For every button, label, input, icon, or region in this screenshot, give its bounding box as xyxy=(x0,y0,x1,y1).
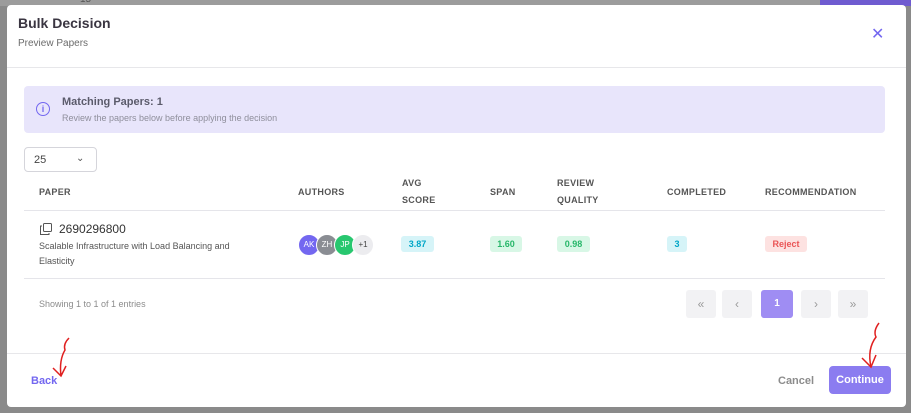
column-header-review-quality: REVIEW QUALITY xyxy=(557,175,599,209)
pagination-prev[interactable]: ‹ xyxy=(722,290,752,318)
modal-subtitle: Preview Papers xyxy=(18,38,89,49)
column-header-review-quality-line2: QUALITY xyxy=(557,195,599,205)
column-header-avg-score: AVG SCORE xyxy=(402,175,436,209)
chevron-down-icon: ⌄ xyxy=(76,153,85,164)
column-header-review-quality-line1: REVIEW xyxy=(557,178,595,188)
table-header-divider xyxy=(24,210,885,211)
close-icon[interactable]: ✕ xyxy=(871,27,884,43)
modal-header: Bulk Decision Preview Papers ✕ xyxy=(7,5,906,68)
page-size-value: 25 xyxy=(34,154,47,166)
info-icon: i xyxy=(36,102,50,116)
pagination-page-1[interactable]: 1 xyxy=(761,290,793,318)
avg-score-badge: 3.87 xyxy=(401,236,434,252)
cancel-button[interactable]: Cancel xyxy=(778,375,814,387)
column-header-authors: AUTHORS xyxy=(298,187,345,197)
pagination-first[interactable]: « xyxy=(686,290,716,318)
modal-title: Bulk Decision xyxy=(18,15,111,31)
matching-papers-alert: i Matching Papers: 1 Review the papers b… xyxy=(24,86,885,133)
alert-title: Matching Papers: 1 xyxy=(62,96,163,108)
page-size-select[interactable]: 25 ⌄ xyxy=(24,147,97,172)
table-row-divider xyxy=(24,278,885,279)
column-header-completed: COMPLETED xyxy=(667,187,727,197)
span-badge: 1.60 xyxy=(490,236,522,252)
column-header-paper: PAPER xyxy=(39,187,71,197)
column-header-recommendation: RECOMMENDATION xyxy=(765,187,857,197)
entries-info: Showing 1 to 1 of 1 entries xyxy=(39,299,146,309)
column-header-avg-score-line1: AVG xyxy=(402,178,422,188)
review-quality-badge: 0.98 xyxy=(557,236,590,252)
pointer-arrow-icon xyxy=(52,337,70,378)
paper-id[interactable]: 2690296800 xyxy=(59,222,126,236)
alert-text: Review the papers below before applying … xyxy=(62,113,278,123)
pointer-arrow-icon xyxy=(861,322,880,369)
pagination-last[interactable]: » xyxy=(838,290,868,318)
completed-badge: 3 xyxy=(667,236,687,252)
recommendation-badge: Reject xyxy=(765,236,807,252)
column-header-avg-score-line2: SCORE xyxy=(402,195,436,205)
paper-title: Scalable Infrastructure with Load Balanc… xyxy=(39,241,230,266)
copy-icon[interactable] xyxy=(40,223,52,235)
bulk-decision-modal: Bulk Decision Preview Papers ✕ i Matchin… xyxy=(7,5,906,407)
authors-more-avatar[interactable]: +1 xyxy=(352,234,374,256)
column-header-span: SPAN xyxy=(490,187,516,197)
footer-divider xyxy=(7,353,906,354)
pagination-next[interactable]: › xyxy=(801,290,831,318)
